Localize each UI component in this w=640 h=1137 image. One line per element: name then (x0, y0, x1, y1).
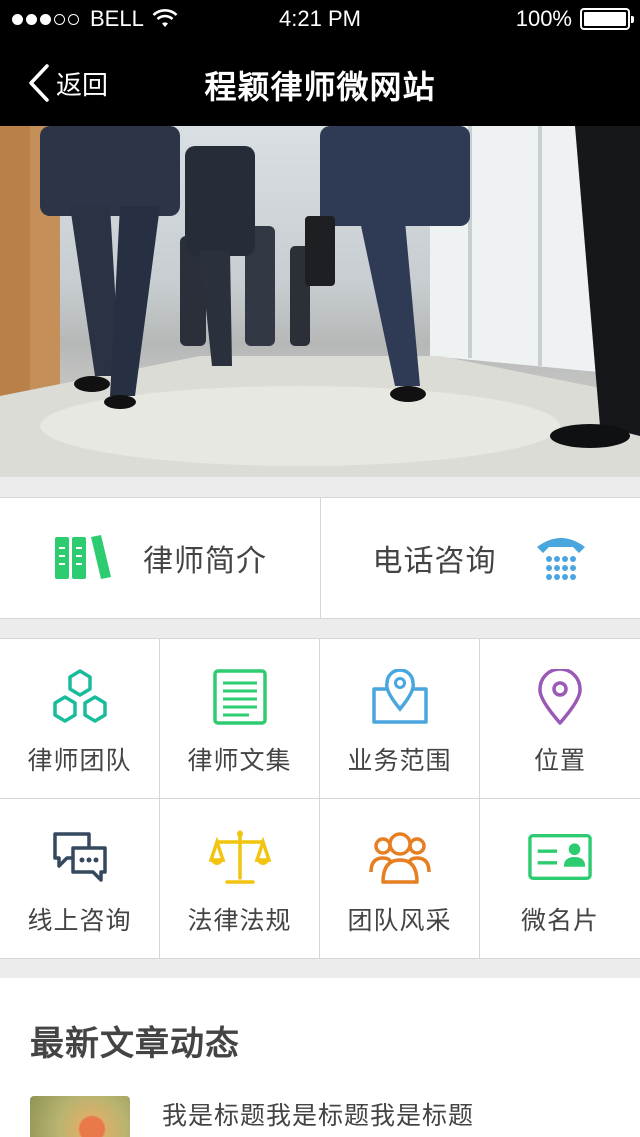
menu-item-location[interactable]: 位置 (480, 639, 640, 799)
books-icon (55, 535, 111, 579)
chat-icon (52, 832, 107, 882)
menu-item-team-showcase[interactable]: 团队风采 (320, 799, 480, 959)
top-bar: BELL 4:21 PM 100% 返回 程颖律师微网站 (0, 0, 640, 126)
quick-links: 律师简介 电话咨询 (0, 497, 640, 619)
list-item[interactable]: 我是标题我是标题我是标题 (30, 1096, 630, 1137)
battery-percent: 100% (515, 6, 572, 31)
phone-consult-label: 电话咨询 (372, 544, 497, 579)
telephone-icon (536, 538, 585, 580)
id-card-icon (528, 833, 592, 881)
menu-label: 微名片 (520, 906, 599, 935)
scales-icon (208, 830, 271, 884)
menu-label: 业务范围 (347, 746, 452, 775)
menu-label: 律师文集 (187, 746, 292, 775)
navigation-bar: 返回 程颖律师微网站 (0, 40, 640, 126)
menu-label: 团队风采 (347, 906, 452, 935)
section-heading: 最新文章动态 (30, 1024, 240, 1064)
article-thumbnail (30, 1096, 130, 1137)
people-icon (368, 832, 431, 884)
menu-label: 线上咨询 (27, 906, 132, 935)
status-bar: BELL 4:21 PM 100% (0, 0, 640, 40)
hexagons-icon (52, 669, 107, 723)
menu-item-lawyer-articles[interactable]: 律师文集 (160, 639, 320, 799)
menu-item-lawyer-team[interactable]: 律师团队 (0, 639, 160, 799)
menu-item-business-card[interactable]: 微名片 (480, 799, 640, 959)
phone-consult-button[interactable]: 电话咨询 (320, 498, 640, 618)
lawyer-profile-label: 律师简介 (143, 544, 267, 579)
battery-icon (580, 8, 634, 30)
menu-grid: 律师团队 律师文集 业务范围 位置 线上咨询 法律法规 团队风采 微名片 (0, 638, 640, 959)
menu-label: 位置 (533, 746, 586, 775)
map-pin-icon (371, 669, 428, 724)
menu-item-business-scope[interactable]: 业务范围 (320, 639, 480, 799)
menu-item-laws-regulations[interactable]: 法律法规 (160, 799, 320, 959)
page-title: 程颖律师微网站 (204, 68, 436, 106)
menu-label: 律师团队 (27, 746, 132, 775)
hero-banner-image (0, 126, 640, 477)
location-icon (538, 669, 582, 725)
lawyer-profile-button[interactable]: 律师简介 (0, 498, 320, 618)
document-icon (212, 669, 267, 725)
menu-item-online-consult[interactable]: 线上咨询 (0, 799, 160, 959)
article-title: 我是标题我是标题我是标题 (162, 1101, 475, 1130)
latest-articles-section: 最新文章动态 我是标题我是标题我是标题 (0, 978, 640, 1137)
menu-label: 法律法规 (187, 906, 292, 935)
business-people-walking-illustration (0, 126, 640, 477)
